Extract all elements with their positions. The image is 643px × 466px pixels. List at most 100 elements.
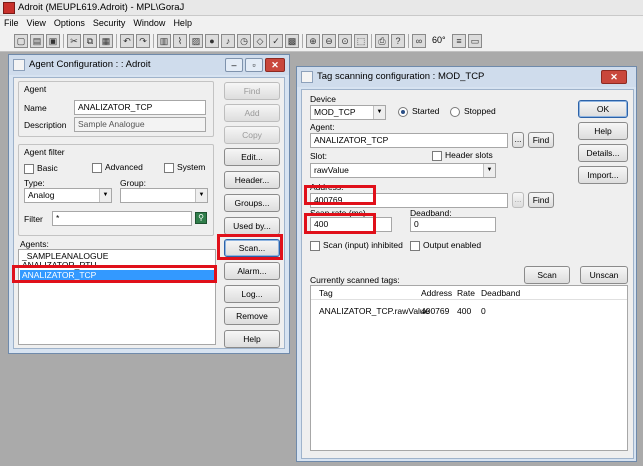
zoom-level[interactable]: 60° — [432, 35, 446, 45]
system-checkbox[interactable] — [164, 163, 174, 173]
table-row[interactable]: ANALIZATOR_TCP.rawValue 400769 400 0 — [311, 306, 627, 318]
app-title-bar: Adroit (MEUPL619.Adroit) - MPL\GoraJ — [0, 0, 643, 16]
menu-help[interactable]: Help — [169, 16, 196, 30]
gallery-icon[interactable]: ▩ — [285, 34, 299, 48]
trend-icon[interactable]: ⌇ — [173, 34, 187, 48]
fit-icon[interactable]: ⬚ — [354, 34, 368, 48]
redo-icon[interactable]: ↷ — [136, 34, 150, 48]
started-radio[interactable] — [398, 107, 408, 117]
table-header: Tag Address Rate Deadband — [311, 286, 627, 300]
unscan-tag-button[interactable]: Unscan — [580, 266, 628, 284]
device-select[interactable]: MOD_TCP ▼ — [310, 105, 386, 120]
print-icon[interactable]: ⎙ — [375, 34, 389, 48]
scanned-tags-table[interactable]: Tag Address Rate Deadband ANALIZATOR_TCP… — [310, 285, 628, 451]
copy-icon[interactable]: ⧉ — [83, 34, 97, 48]
graph-icon[interactable]: ▨ — [189, 34, 203, 48]
minimize-icon[interactable]: – — [225, 58, 243, 72]
help-icon[interactable]: ? — [391, 34, 405, 48]
menu-security[interactable]: Security — [89, 16, 130, 30]
dialog-icon — [13, 59, 25, 71]
save-icon[interactable]: ▣ — [46, 34, 60, 48]
find-button[interactable]: Find — [224, 82, 280, 100]
header-slots-label: Header slots — [445, 150, 493, 160]
menu-view[interactable]: View — [23, 16, 50, 30]
toolbar-separator — [302, 34, 303, 48]
alarm-button[interactable]: Alarm... — [224, 262, 280, 280]
header-button[interactable]: Header... — [224, 171, 280, 189]
alarm-icon[interactable]: ♪ — [221, 34, 235, 48]
maximize-icon[interactable]: ▫ — [245, 58, 263, 72]
close-icon[interactable]: ✕ — [265, 58, 285, 72]
zoom-out-icon[interactable]: ⊖ — [322, 34, 336, 48]
check-icon[interactable]: ✓ — [269, 34, 283, 48]
agents-list[interactable]: _SAMPLEANALOGUE ANALIZATOR_RTU ANALIZATO… — [18, 249, 216, 345]
globe-icon[interactable]: ● — [205, 34, 219, 48]
copy-button[interactable]: Copy — [224, 126, 280, 144]
groups-button[interactable]: Groups... — [224, 194, 280, 212]
new-icon[interactable]: ▢ — [14, 34, 28, 48]
address-find-button[interactable]: Find — [528, 192, 554, 208]
scan-inhibited-checkbox[interactable] — [310, 241, 320, 251]
header-slots-checkbox[interactable] — [432, 151, 442, 161]
column-rate[interactable]: Rate — [457, 288, 475, 298]
search-icon[interactable]: ⚲ — [195, 212, 207, 224]
cut-icon[interactable]: ✂ — [67, 34, 81, 48]
device-label: Device — [310, 94, 336, 104]
column-tag[interactable]: Tag — [319, 288, 333, 298]
description-field[interactable]: Sample Analogue — [74, 117, 206, 132]
filter-field[interactable]: * — [52, 211, 192, 226]
advanced-checkbox[interactable] — [92, 163, 102, 173]
group-select[interactable]: ▼ — [120, 188, 208, 203]
script-icon[interactable]: ≡ — [452, 34, 466, 48]
agent-find-button[interactable]: Find — [528, 132, 554, 148]
name-field[interactable]: ANALIZATOR_TCP — [74, 100, 206, 115]
system-label: System — [177, 162, 206, 172]
menu-file[interactable]: File — [0, 16, 23, 30]
chart-icon[interactable]: ▥ — [157, 34, 171, 48]
basic-checkbox[interactable] — [24, 164, 34, 174]
used-by-button[interactable]: Used by... — [224, 217, 280, 235]
agent-browse-button[interactable]: ... — [512, 132, 524, 148]
details-button[interactable]: Details... — [578, 144, 628, 162]
agent-label: Agent: — [310, 122, 335, 132]
add-button[interactable]: Add — [224, 104, 280, 122]
cell-address: 400769 — [421, 306, 450, 316]
zoom-in-icon[interactable]: ⊕ — [306, 34, 320, 48]
binoculars-icon[interactable]: ∞ — [412, 34, 426, 48]
paste-icon[interactable]: ▦ — [99, 34, 113, 48]
menu-options[interactable]: Options — [50, 16, 89, 30]
highlight-address-field — [304, 185, 376, 205]
edit-button[interactable]: Edit... — [224, 148, 280, 166]
help-button[interactable]: Help — [578, 122, 628, 140]
toolbar-separator — [371, 34, 372, 48]
scan-dialog-title: Tag scanning configuration : MOD_TCP — [317, 71, 485, 82]
slot-select[interactable]: rawValue ▼ — [310, 163, 496, 178]
log-button[interactable]: Log... — [224, 285, 280, 303]
toolbar-separator — [116, 34, 117, 48]
agent-configuration-dialog: Agent Configuration : : Adroit – ▫ ✕ Age… — [8, 54, 290, 354]
zoom-icon[interactable]: ⊙ — [338, 34, 352, 48]
clock-icon[interactable]: ◷ — [237, 34, 251, 48]
window-icon[interactable]: ▭ — [468, 34, 482, 48]
import-button[interactable]: Import... — [578, 166, 628, 184]
deadband-field[interactable]: 0 — [410, 217, 496, 232]
agent-dialog-body: Agent Name ANALIZATOR_TCP Description Sa… — [13, 77, 285, 349]
address-browse-button[interactable]: ... — [512, 192, 524, 208]
remove-button[interactable]: Remove — [224, 307, 280, 325]
tag-icon[interactable]: ◇ — [253, 34, 267, 48]
column-deadband[interactable]: Deadband — [481, 288, 520, 298]
help-button[interactable]: Help — [224, 330, 280, 348]
open-icon[interactable]: ▤ — [30, 34, 44, 48]
stopped-radio[interactable] — [450, 107, 460, 117]
toolbar: ▢ ▤ ▣ ✂ ⧉ ▦ ↶ ↷ ▥ ⌇ ▨ ● ♪ ◷ ◇ ✓ ▩ ⊕ ⊖ ⊙ … — [0, 30, 643, 52]
scan-tag-button[interactable]: Scan — [524, 266, 570, 284]
output-enabled-checkbox[interactable] — [410, 241, 420, 251]
chevron-down-icon: ▼ — [373, 106, 385, 119]
agent-field[interactable]: ANALIZATOR_TCP — [310, 133, 508, 148]
column-address[interactable]: Address — [421, 288, 452, 298]
menu-window[interactable]: Window — [129, 16, 169, 30]
close-icon[interactable]: ✕ — [601, 70, 627, 84]
ok-button[interactable]: OK — [578, 100, 628, 118]
undo-icon[interactable]: ↶ — [120, 34, 134, 48]
type-select[interactable]: Analog ▼ — [24, 188, 112, 203]
